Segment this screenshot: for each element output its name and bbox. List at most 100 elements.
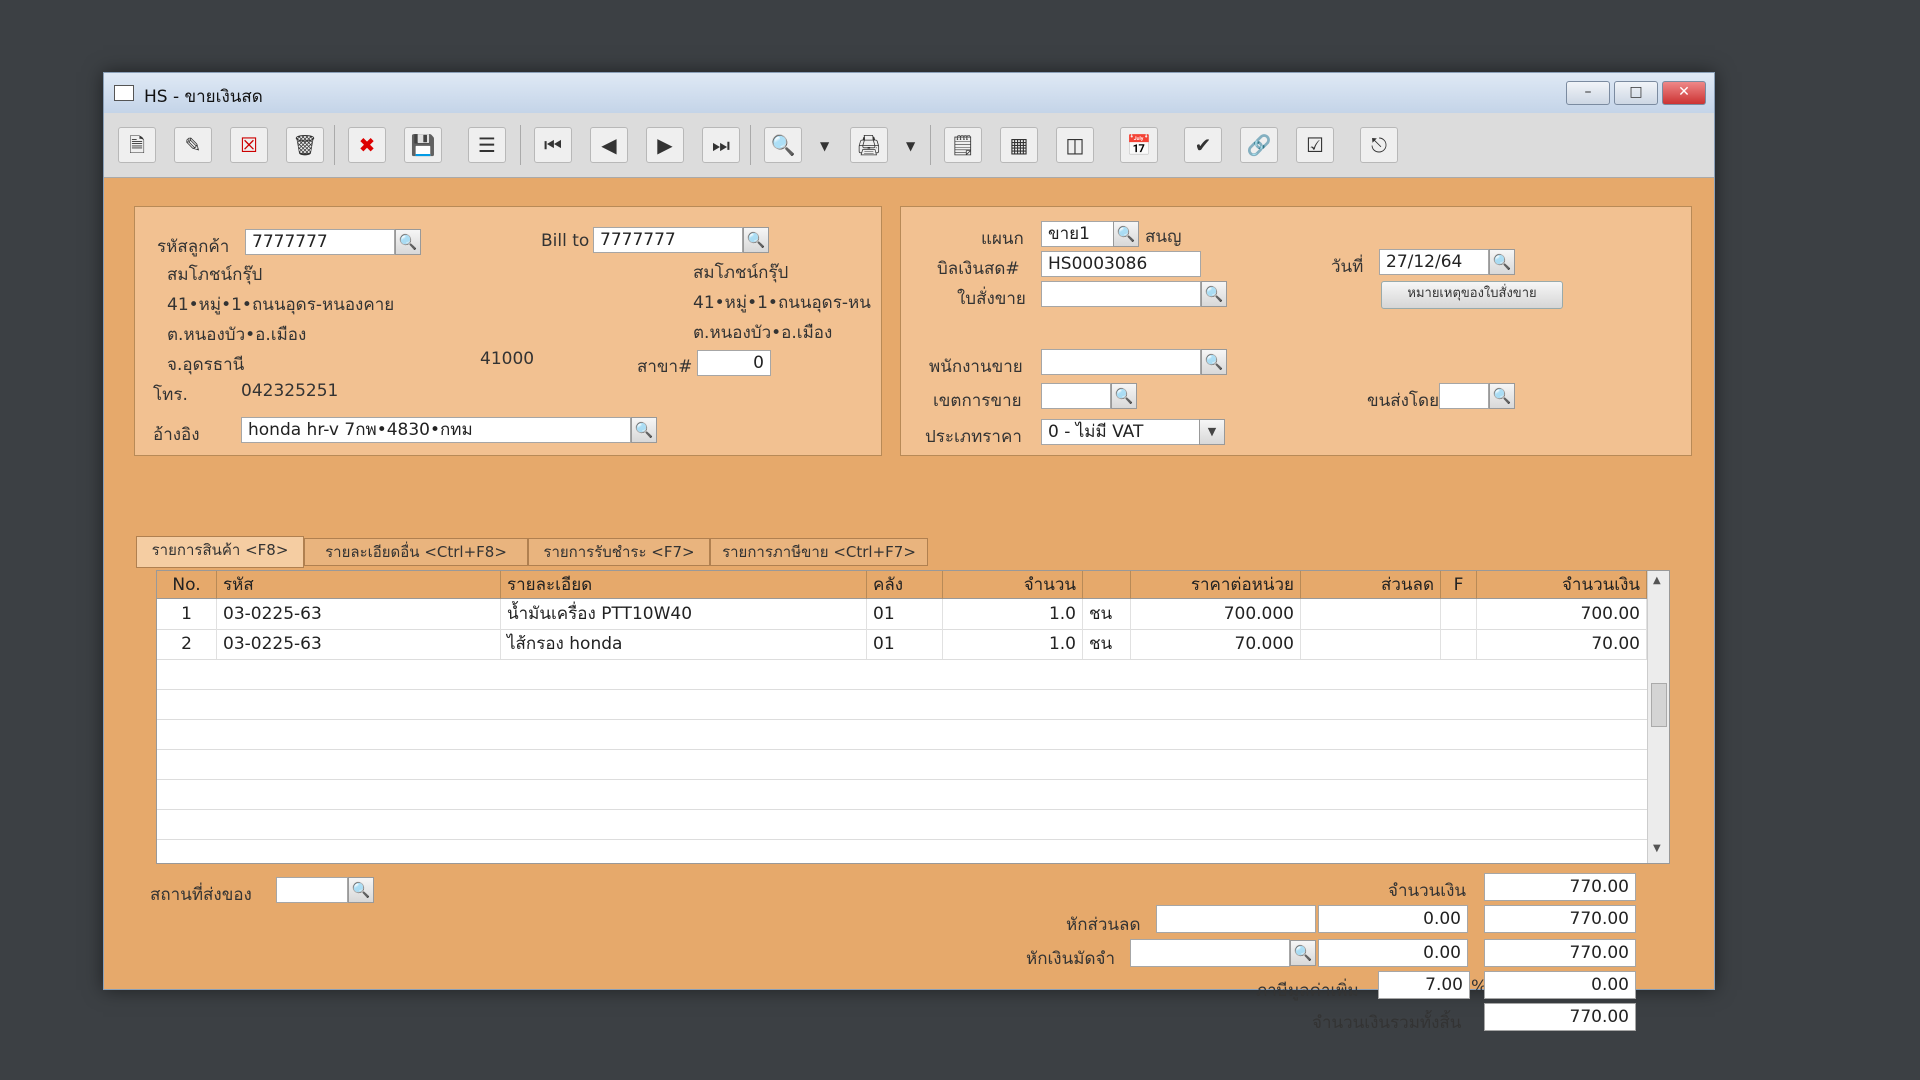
date-picker-icon[interactable]: 🔍	[1489, 249, 1515, 275]
column-header-quantity[interactable]: จำนวน	[943, 571, 1083, 599]
table-row[interactable]: 1 03-0225-63 น้ำมันเครื่อง PTT10W40 01 1…	[157, 599, 1647, 630]
customer-code-field[interactable]: 7777777	[245, 229, 395, 255]
table-row[interactable]	[157, 809, 1647, 840]
toolbar-separator	[930, 125, 931, 165]
cell-discount	[1301, 599, 1441, 629]
discount-value-field[interactable]: 0.00	[1318, 905, 1468, 933]
sales-order-label: ใบสั่งขาย	[957, 289, 1026, 309]
column-header-unit-price[interactable]: ราคาต่อหน่วย	[1131, 571, 1301, 599]
date-field[interactable]: 27/12/64	[1379, 249, 1489, 275]
ok-icon[interactable]: ☑	[1296, 127, 1334, 163]
approve-icon[interactable]: ✔	[1184, 127, 1222, 163]
grand-total-field: 770.00	[1484, 1003, 1636, 1031]
tab-items[interactable]: รายการสินค้า <F8>	[136, 536, 304, 568]
toolbar: 🗎 ✎ ☒ 🗑 ✖ 💾 ☰ ⏮ ◀ ▶ ⏭ 🔍 ▼ 🖨 ▼ 🗒 ▦ ◫ 📅 ✔ …	[104, 113, 1714, 178]
tab-payments[interactable]: รายการรับชำระ <F7>	[528, 538, 710, 566]
sales-area-field[interactable]	[1041, 383, 1111, 409]
customer-panel: รหัสลูกค้า 7777777 🔍 Bill to 7777777 🔍 ส…	[134, 206, 882, 456]
trash-icon[interactable]: 🗑	[286, 127, 324, 163]
cash-register-icon[interactable]: ▦	[1000, 127, 1038, 163]
maximize-button[interactable]: □	[1614, 81, 1658, 105]
salesman-field[interactable]	[1041, 349, 1201, 375]
reference-label: อ้างอิง	[153, 425, 200, 445]
department-field[interactable]: ขาย1	[1041, 221, 1115, 247]
customer-address2: ต.หนองบัว•อ.เมือง	[167, 325, 307, 345]
table-row[interactable]	[157, 749, 1647, 780]
new-document-icon[interactable]: 🗎	[118, 127, 156, 163]
column-header-code[interactable]: รหัส	[217, 571, 501, 599]
phone-label: โทร.	[153, 385, 188, 405]
column-header-warehouse[interactable]: คลัง	[867, 571, 943, 599]
delivery-location-search-icon[interactable]: 🔍	[348, 877, 374, 903]
sales-order-search-icon[interactable]: 🔍	[1201, 281, 1227, 307]
billto-search-icon[interactable]: 🔍	[743, 227, 769, 253]
cell-unit: ชน	[1083, 599, 1131, 629]
deposit-search-icon[interactable]: 🔍	[1290, 940, 1316, 966]
deposit-value-field[interactable]: 0.00	[1318, 939, 1468, 967]
save-icon[interactable]: 💾	[404, 127, 442, 163]
previous-record-icon[interactable]: ◀	[590, 127, 628, 163]
report-icon[interactable]: ◫	[1056, 127, 1094, 163]
column-header-unit[interactable]	[1083, 571, 1131, 599]
next-record-icon[interactable]: ▶	[646, 127, 684, 163]
reference-field[interactable]: honda hr-v 7กพ•4830•กทม	[241, 417, 631, 443]
shipping-field[interactable]	[1439, 383, 1489, 409]
minimize-button[interactable]: –	[1566, 81, 1610, 105]
vat-rate-field[interactable]: 7.00	[1378, 971, 1470, 999]
customer-search-icon[interactable]: 🔍	[395, 229, 421, 255]
link-icon[interactable]: 🔗	[1240, 127, 1278, 163]
chevron-down-icon[interactable]: ▼	[1199, 419, 1225, 445]
calendar-icon[interactable]: 📅	[1120, 127, 1158, 163]
scroll-down-icon[interactable]: ▼	[1653, 843, 1661, 854]
table-row[interactable]	[157, 779, 1647, 810]
vertical-scrollbar[interactable]: ▲ ▼	[1647, 571, 1669, 863]
department-search-icon[interactable]: 🔍	[1113, 221, 1139, 247]
table-row[interactable]: 2 03-0225-63 ไส้กรอง honda 01 1.0 ชน 70.…	[157, 629, 1647, 660]
price-type-select[interactable]: 0 - ไม่มี VAT	[1041, 419, 1225, 445]
customer-code-label: รหัสลูกค้า	[157, 237, 230, 257]
title-bar[interactable]: HS - ขายเงินสด – □ ✕	[104, 73, 1714, 114]
stack-icon[interactable]: ☰	[468, 127, 506, 163]
toolbar-separator	[750, 125, 751, 165]
deposit-text-field[interactable]	[1130, 939, 1290, 967]
table-row[interactable]	[157, 689, 1647, 720]
delivery-location-field[interactable]	[276, 877, 348, 903]
order-note-button[interactable]: หมายเหตุของใบสั่งขาย	[1381, 281, 1563, 309]
cancel-icon[interactable]: ✖	[348, 127, 386, 163]
find-dropdown-icon[interactable]: ▼	[820, 139, 829, 153]
sales-area-search-icon[interactable]: 🔍	[1111, 383, 1137, 409]
last-record-icon[interactable]: ⏭	[702, 127, 740, 163]
salesman-label: พนักงานขาย	[929, 357, 1023, 377]
exit-icon[interactable]: ⎋	[1360, 127, 1398, 163]
billto-code-field[interactable]: 7777777	[593, 227, 743, 253]
scroll-up-icon[interactable]: ▲	[1653, 575, 1661, 586]
print-icon[interactable]: 🖨	[850, 127, 888, 163]
table-row[interactable]	[157, 719, 1647, 750]
first-record-icon[interactable]: ⏮	[534, 127, 572, 163]
column-header-description[interactable]: รายละเอียด	[501, 571, 867, 599]
close-button[interactable]: ✕	[1662, 81, 1706, 105]
edit-icon[interactable]: ✎	[174, 127, 212, 163]
note-icon[interactable]: 🗒	[944, 127, 982, 163]
salesman-search-icon[interactable]: 🔍	[1201, 349, 1227, 375]
tab-other-details[interactable]: รายละเอียดอื่น <Ctrl+F8>	[304, 538, 528, 566]
column-header-discount[interactable]: ส่วนลด	[1301, 571, 1441, 599]
bill-number-field[interactable]: HS0003086	[1041, 251, 1201, 277]
print-dropdown-icon[interactable]: ▼	[906, 139, 915, 153]
reference-search-icon[interactable]: 🔍	[631, 417, 657, 443]
column-header-amount[interactable]: จำนวนเงิน	[1477, 571, 1647, 599]
discount-text-field[interactable]	[1156, 905, 1316, 933]
table-row[interactable]	[157, 659, 1647, 690]
scroll-thumb[interactable]	[1651, 683, 1667, 727]
void-icon[interactable]: ☒	[230, 127, 268, 163]
after-discount-field: 770.00	[1484, 905, 1636, 933]
column-header-f[interactable]: F	[1441, 571, 1477, 599]
branch-field[interactable]: 0	[697, 350, 771, 376]
sales-order-field[interactable]	[1041, 281, 1201, 307]
billto-label: Bill to	[541, 231, 590, 251]
column-header-no[interactable]: No.	[157, 571, 217, 599]
delivery-location-label: สถานที่ส่งของ	[150, 885, 252, 905]
shipping-search-icon[interactable]: 🔍	[1489, 383, 1515, 409]
tab-sales-tax[interactable]: รายการภาษีขาย <Ctrl+F7>	[710, 538, 928, 566]
find-icon[interactable]: 🔍	[764, 127, 802, 163]
